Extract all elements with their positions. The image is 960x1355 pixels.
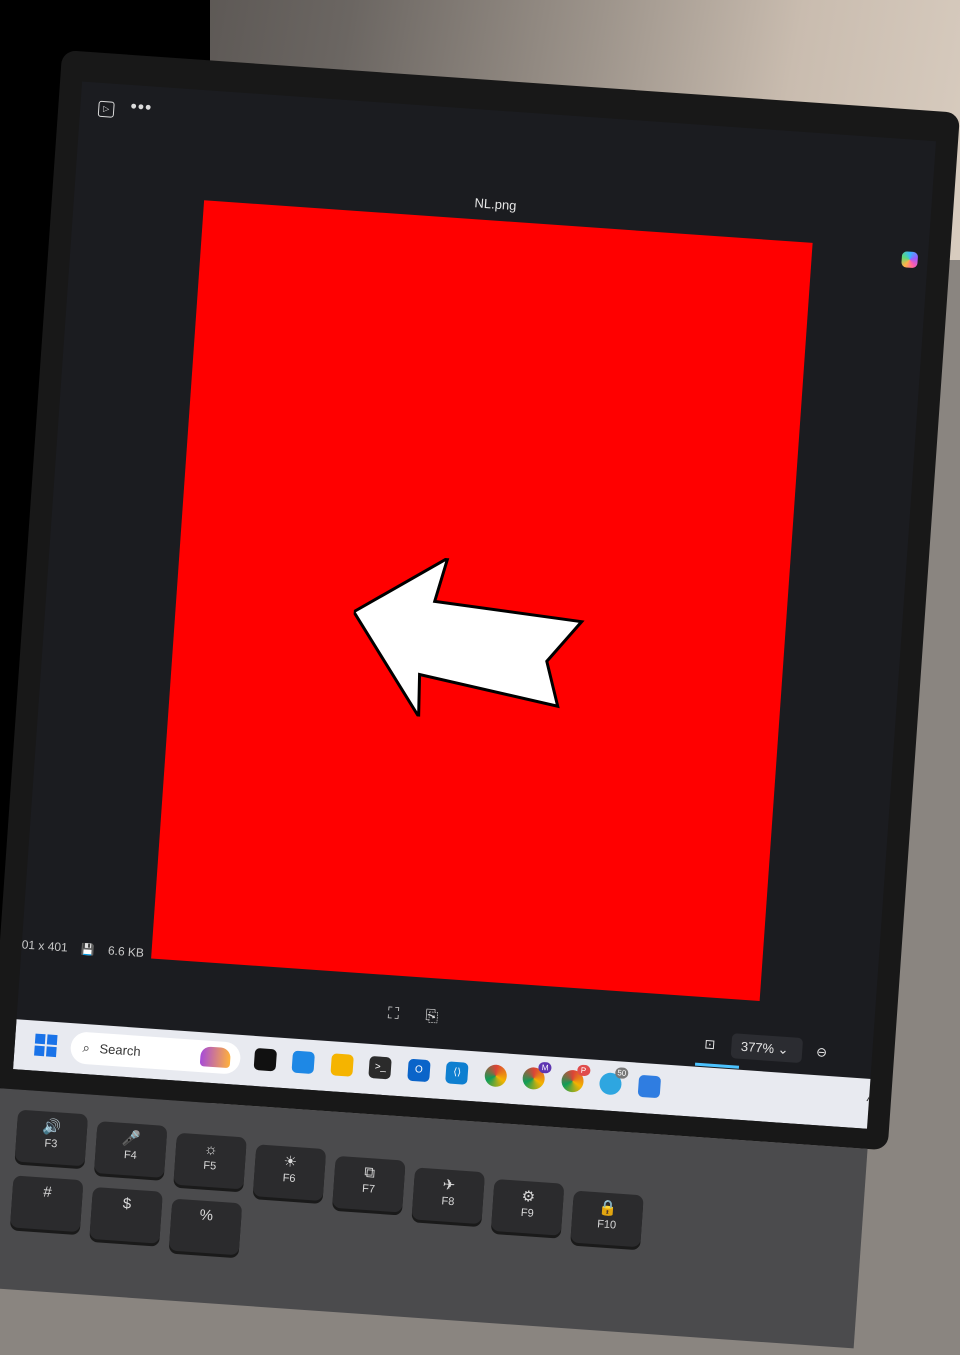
key-f7[interactable]: ⧉ F7 [332, 1155, 406, 1213]
key-label: $ [122, 1195, 132, 1213]
key-label: F8 [441, 1195, 455, 1209]
slideshow-icon[interactable]: ▷ [97, 100, 115, 118]
zoom-out-icon[interactable]: ⊖ [816, 1044, 828, 1060]
vs-code-icon[interactable]: ⟨⟩ [445, 1061, 469, 1085]
chrome-profile-p-icon[interactable]: P [560, 1064, 591, 1093]
notification-count-badge: 50 [614, 1067, 629, 1080]
zoom-value: 377% [740, 1038, 775, 1057]
lock-icon: 🔒 [597, 1199, 618, 1218]
key-dollar[interactable]: $ [89, 1186, 163, 1244]
file-explorer-pre-icon[interactable] [291, 1050, 316, 1075]
file-name-title: NL.png [474, 195, 517, 214]
file-size-icon: 💾 [80, 943, 96, 957]
fit-screen-icon[interactable]: ⊡ [696, 1032, 725, 1058]
windows-start-icon[interactable] [34, 1033, 58, 1058]
file-size: 6.6 KB [107, 943, 145, 960]
key-f10[interactable]: 🔒 F10 [570, 1190, 644, 1248]
key-f5[interactable]: ☼ F5 [173, 1132, 247, 1190]
volume-icon: 🔊 [42, 1118, 62, 1137]
brightness-up-icon: ☀ [282, 1153, 298, 1172]
search-placeholder: Search [99, 1041, 142, 1059]
key-f6[interactable]: ☀ F6 [252, 1144, 327, 1202]
key-f4[interactable]: 🎤 F4 [93, 1121, 168, 1178]
photos-app-window: ▷ ••• NL.png 01 x 401 💾 6.6 KB ⛶ ⎘ ⊡ 377… [13, 81, 937, 1129]
display-switch-icon: ⧉ [363, 1163, 376, 1182]
search-icon: ⌕ [82, 1039, 91, 1056]
profile-badge-p: P [576, 1064, 591, 1077]
key-f8[interactable]: ✈ F8 [411, 1167, 485, 1225]
chrome-profile-m-icon[interactable]: M [522, 1061, 552, 1091]
text-extract-icon[interactable]: ⎘ [425, 1008, 439, 1026]
key-percent[interactable]: % [168, 1198, 243, 1256]
left-arrow-graphic [351, 555, 585, 722]
chevron-down-icon: ⌄ [777, 1041, 790, 1058]
key-label: F10 [596, 1218, 617, 1232]
key-hash[interactable]: # [10, 1175, 84, 1233]
telegram-icon[interactable]: 50 [598, 1067, 629, 1096]
key-label: F7 [361, 1182, 376, 1196]
mic-mute-icon: 🎤 [121, 1129, 142, 1149]
image-dimensions: 01 x 401 [21, 937, 69, 955]
profile-badge-m: M [538, 1061, 552, 1074]
image-toolbar: ⛶ ⎘ [387, 1005, 461, 1028]
key-label: F3 [44, 1137, 58, 1151]
key-f9[interactable]: ⚙ F9 [490, 1178, 565, 1236]
settings-icon: ⚙ [521, 1187, 536, 1206]
more-options-icon[interactable]: ••• [130, 96, 153, 117]
arrow-shape [351, 555, 585, 722]
crop-icon[interactable]: ⛶ [387, 1005, 399, 1023]
airplane-mode-icon: ✈ [442, 1176, 456, 1195]
file-explorer-icon[interactable] [330, 1053, 354, 1077]
key-label: F5 [202, 1159, 217, 1173]
laptop-photo: ▷ ••• NL.png 01 x 401 💾 6.6 KB ⛶ ⎘ ⊡ 377… [0, 5, 960, 1349]
chrome-icon[interactable] [483, 1064, 508, 1088]
zoom-level-dropdown[interactable]: 377% ⌄ [730, 1033, 804, 1064]
photos-icon[interactable] [637, 1074, 661, 1099]
key-label: F9 [520, 1206, 535, 1220]
key-label: F6 [282, 1172, 296, 1186]
copilot-icon[interactable] [901, 251, 919, 269]
key-label: % [199, 1206, 214, 1225]
key-f3[interactable]: 🔊 F3 [14, 1109, 89, 1167]
image-canvas [151, 200, 813, 1002]
search-highlight-image [199, 1046, 232, 1069]
brightness-down-icon: ☼ [203, 1140, 219, 1159]
key-label: F4 [123, 1149, 138, 1162]
key-label: # [42, 1183, 53, 1202]
outlook-icon[interactable]: O [407, 1058, 431, 1083]
roblox-icon[interactable] [253, 1047, 278, 1072]
taskbar-search[interactable]: ⌕ Search [69, 1031, 242, 1075]
terminal-icon[interactable]: >_ [368, 1055, 393, 1080]
